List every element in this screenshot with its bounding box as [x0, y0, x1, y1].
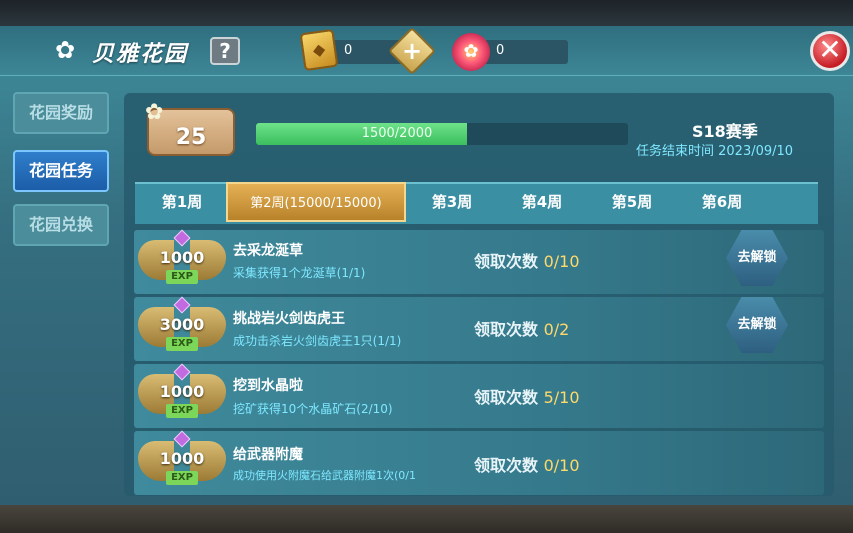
page-title: 贝雅花园 [92, 42, 189, 67]
exp-value: 1000 [159, 382, 205, 401]
claim-label: 领取次数 [474, 252, 539, 271]
help-button[interactable]: ? [210, 37, 240, 65]
sidebar-item-garden-exchange[interactable]: 花园兑换 [13, 204, 109, 246]
flower-icon: ✿ [54, 36, 76, 64]
exp-tag: EXP [166, 337, 198, 351]
exp-reward-badge: 1000 EXP [138, 229, 226, 292]
task-description: 成功使用火附魔石给武器附魔1次(0/1 [233, 469, 416, 482]
close-button[interactable]: ✕ [810, 31, 850, 71]
task-description: 挖矿获得10个水晶矿石(2/10) [233, 402, 393, 416]
tab-week-4[interactable]: 第4周 [500, 182, 584, 222]
plus-icon: + [401, 37, 423, 65]
gem-count: 0 [496, 43, 505, 58]
claim-label: 领取次数 [474, 456, 539, 475]
progress-text: 1500/2000 [361, 126, 433, 141]
task-description: 成功击杀岩火剑齿虎王1只(1/1) [233, 334, 402, 348]
claim-count-value: 0/2 [543, 320, 570, 339]
season-label: S18赛季 [692, 122, 758, 141]
exp-reward-badge: 1000 EXP [138, 430, 226, 493]
level-flower-icon: ✿ [145, 100, 164, 125]
tab-week-5[interactable]: 第5周 [590, 182, 674, 222]
task-title: 挑战岩火剑齿虎王 [233, 311, 345, 327]
claim-count: 领取次数 5/10 [474, 384, 580, 408]
exp-tag: EXP [166, 471, 198, 485]
task-end-time: 任务结束时间 2023/09/10 [636, 144, 794, 159]
claim-count: 领取次数 0/2 [474, 316, 569, 340]
exp-tag: EXP [166, 404, 198, 418]
tab-week-6[interactable]: 第6周 [680, 182, 764, 222]
tab-week-2[interactable]: 第2周(15000/15000) [226, 182, 406, 222]
claim-count: 领取次数 0/10 [474, 452, 580, 476]
gem-flower-icon: ✿ [452, 33, 490, 71]
task-description: 采集获得1个龙涎草(1/1) [233, 266, 366, 280]
sidebar-item-garden-rewards[interactable]: 花园奖励 [13, 92, 109, 134]
coupon-icon: ◆ [299, 28, 339, 72]
exp-value: 3000 [159, 315, 205, 334]
claim-count: 领取次数 0/10 [474, 248, 580, 272]
background-scene-bottom [0, 505, 853, 533]
tab-week-3[interactable]: 第3周 [410, 182, 494, 222]
sidebar-item-garden-tasks[interactable]: 花园任务 [13, 150, 109, 192]
coupon-count: 0 [344, 43, 353, 58]
task-title: 挖到水晶啦 [233, 378, 303, 394]
claim-count-value: 5/10 [543, 388, 580, 407]
exp-tag: EXP [166, 270, 198, 284]
claim-label: 领取次数 [474, 320, 539, 339]
claim-count-value: 0/10 [543, 456, 580, 475]
exp-reward-badge: 1000 EXP [138, 363, 226, 426]
claim-count-value: 0/10 [543, 252, 580, 271]
exp-reward-badge: 3000 EXP [138, 296, 226, 359]
task-title: 去采龙涎草 [233, 243, 303, 259]
exp-value: 1000 [159, 449, 205, 468]
exp-value: 1000 [159, 248, 205, 267]
claim-label: 领取次数 [474, 388, 539, 407]
tab-week-1[interactable]: 第1周 [140, 182, 224, 222]
task-title: 给武器附魔 [233, 447, 303, 463]
